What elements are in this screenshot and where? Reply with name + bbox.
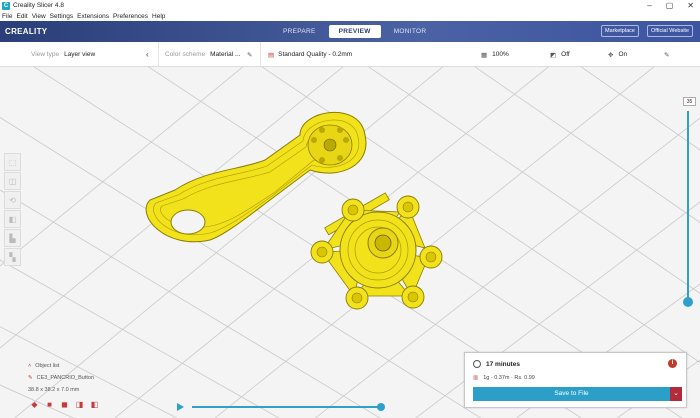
creality-logo: CREALITY	[5, 27, 48, 36]
menu-view[interactable]: View	[32, 13, 46, 20]
maximize-button[interactable]: ▢	[666, 0, 674, 11]
pencil-icon[interactable]: ✎	[247, 42, 252, 67]
menu-extensions[interactable]: Extensions	[77, 13, 109, 20]
divider	[260, 42, 261, 67]
support-blocker-icon[interactable]: ▚	[4, 248, 21, 266]
object-list-toggle[interactable]: ˄ Object list	[28, 360, 94, 372]
tab-prepare[interactable]: PREPARE	[270, 25, 329, 38]
object-name: CE3_PANCRIO_Button	[36, 375, 94, 381]
tab-monitor[interactable]: MONITOR	[381, 25, 440, 38]
play-simulation-icon[interactable]	[177, 403, 184, 411]
print-time-row: 17 minutes	[473, 360, 520, 368]
minimize-button[interactable]: –	[647, 0, 651, 11]
tab-preview[interactable]: PREVIEW	[328, 25, 381, 38]
pencil-icon: ✎	[28, 375, 33, 381]
rotate-tool-icon[interactable]: ⟲	[4, 191, 21, 209]
top-view-icon[interactable]: ◼	[60, 400, 69, 409]
chevron-up-icon: ˄	[28, 363, 32, 369]
support-setting[interactable]: ◩ Off	[550, 42, 570, 67]
left-view-icon[interactable]: ◨	[75, 400, 84, 409]
color-scheme-value: Material ...	[210, 51, 241, 58]
save-to-file-button[interactable]: Save to File	[473, 387, 670, 401]
object-entry[interactable]: ✎ CE3_PANCRIO_Button	[28, 372, 94, 384]
support-value: Off	[561, 51, 570, 58]
object-dimensions-row: 38.8 x 38.2 x 7.0 mm	[28, 384, 94, 396]
window-controls: – ▢ ✕	[647, 0, 694, 11]
marketplace-button[interactable]: Marketplace	[601, 25, 639, 37]
infill-value: 100%	[492, 51, 509, 58]
color-scheme-selector[interactable]: Color scheme Material ...	[165, 42, 240, 67]
adhesion-setting[interactable]: ✥ On	[608, 42, 627, 67]
right-view-icon[interactable]: ◧	[90, 400, 99, 409]
print-info-panel: 17 minutes i ▥ 1g · 0.37m · Rs. 0.99 Sav…	[464, 352, 687, 408]
view-type-label: View type	[31, 51, 60, 58]
3d-view-icon[interactable]: ◆	[30, 400, 39, 409]
chevron-left-icon[interactable]: ‹	[146, 42, 149, 67]
object-list-title: Object list	[35, 363, 60, 369]
adhesion-value: On	[618, 51, 628, 58]
window-titlebar: C Creality Slicer 4.8 – ▢ ✕	[0, 0, 700, 11]
header-bar: CREALITY PREPARE PREVIEW MONITOR Marketp…	[0, 21, 700, 42]
infill-setting[interactable]: ▦ 100%	[481, 42, 509, 67]
menu-bar: File Edit View Settings Extensions Prefe…	[0, 11, 700, 21]
support-icon: ◩	[550, 51, 557, 59]
menu-help[interactable]: Help	[152, 13, 165, 20]
view-type-selector[interactable]: View type Layer view	[31, 42, 95, 67]
lever-model[interactable]	[145, 112, 367, 243]
front-view-icon[interactable]: ■	[45, 400, 54, 409]
camera-view-buttons: ◆ ■ ◼ ◨ ◧	[30, 400, 99, 409]
infill-icon: ▦	[481, 51, 488, 59]
menu-preferences[interactable]: Preferences	[113, 13, 148, 20]
print-time: 17 minutes	[486, 360, 520, 368]
menu-edit[interactable]: Edit	[16, 13, 27, 20]
official-website-button[interactable]: Official Website	[647, 25, 694, 37]
left-tool-column: ⬚ ◫ ⟲ ◧ ▙ ▚	[4, 153, 21, 266]
print-profile-selector[interactable]: ▤ Standard Quality - 0.2mm	[268, 42, 352, 67]
color-scheme-label: Color scheme	[165, 51, 206, 58]
window-title: Creality Slicer 4.8	[13, 2, 64, 9]
stage-tabs: PREPARE PREVIEW MONITOR	[270, 25, 439, 38]
menu-file[interactable]: File	[2, 13, 12, 20]
filament-icon: ▥	[473, 375, 479, 381]
save-options-dropdown[interactable]: ⌄	[670, 387, 682, 401]
menu-settings[interactable]: Settings	[50, 13, 74, 20]
print-profile-value: Standard Quality - 0.2mm	[278, 51, 353, 58]
object-dimensions: 38.8 x 38.2 x 7.0 mm	[28, 387, 80, 393]
material-usage-row: ▥ 1g · 0.37m · Rs. 0.99	[473, 375, 535, 381]
info-icon[interactable]: i	[668, 359, 677, 368]
adhesion-icon: ✥	[608, 51, 614, 59]
view-type-value: Layer view	[64, 51, 96, 58]
view-toolbar: View type Layer view ‹ Color scheme Mate…	[0, 42, 700, 67]
app-icon: C	[2, 1, 10, 10]
layer-slider-handle[interactable]	[683, 297, 693, 307]
close-button[interactable]: ✕	[687, 0, 694, 11]
material-usage: 1g · 0.37m · Rs. 0.99	[483, 375, 535, 381]
object-list: ˄ Object list ✎ CE3_PANCRIO_Button 38.8 …	[28, 360, 94, 396]
path-slider-track[interactable]	[192, 406, 382, 408]
divider	[158, 42, 159, 67]
clock-icon	[473, 360, 481, 368]
move-tool-icon[interactable]: ⬚	[4, 153, 21, 171]
gear-model[interactable]	[310, 192, 443, 310]
path-slider-handle[interactable]	[377, 403, 385, 411]
pencil-icon[interactable]: ✎	[664, 42, 669, 67]
per-model-settings-icon[interactable]: ▙	[4, 229, 21, 247]
profile-icon: ▤	[268, 51, 275, 59]
current-layer-label[interactable]: 35	[683, 97, 696, 106]
mirror-tool-icon[interactable]: ◧	[4, 210, 21, 228]
scale-tool-icon[interactable]: ◫	[4, 172, 21, 190]
layer-slider-track[interactable]	[687, 111, 689, 301]
